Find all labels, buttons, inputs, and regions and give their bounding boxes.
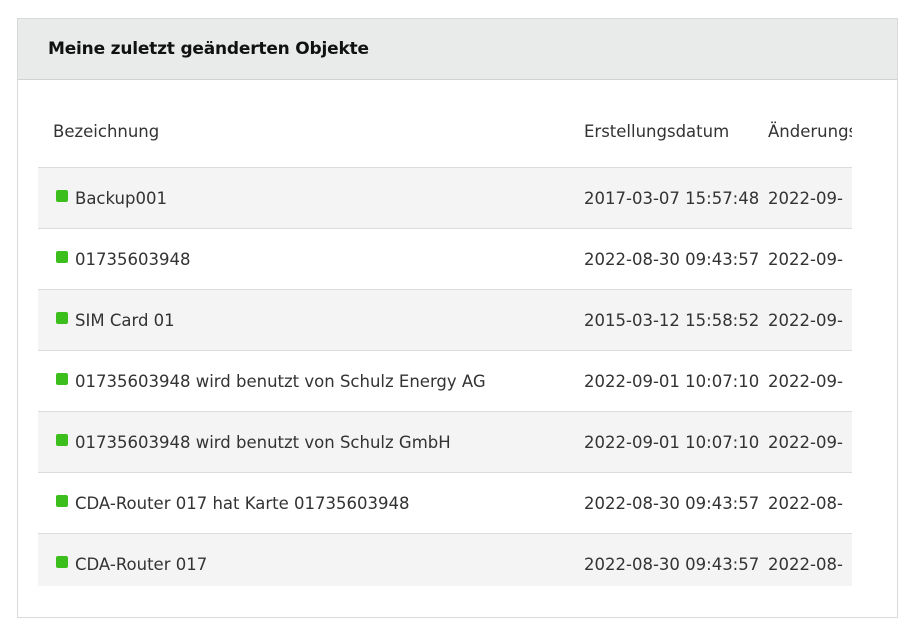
cell-created: 2017-03-07 15:57:48 [584, 167, 768, 229]
table-header-row: Bezeichnung Erstellungsdatum Änderungsda… [38, 96, 852, 168]
status-icon [56, 311, 68, 324]
cell-created: 2022-09-01 10:07:10 [584, 411, 768, 473]
cell-modified: 2022-09- [768, 289, 852, 351]
table-row[interactable]: Backup001 2017-03-07 15:57:48 2022-09- [38, 167, 852, 229]
cell-modified: 2022-08- [768, 533, 852, 586]
cell-modified: 2022-09- [768, 167, 852, 229]
cell-name[interactable]: 01735603948 [38, 228, 584, 290]
table-row[interactable]: SIM Card 01 2015-03-12 15:58:52 2022-09- [38, 289, 852, 351]
panel-title: Meine zuletzt geänderten Objekte [48, 39, 369, 59]
panel-header: Meine zuletzt geänderten Objekte [18, 19, 897, 80]
table-viewport[interactable]: Bezeichnung Erstellungsdatum Änderungsda… [38, 96, 852, 586]
status-icon [56, 372, 68, 385]
cell-created: 2022-08-30 09:43:57 [584, 472, 768, 534]
status-icon [56, 494, 68, 507]
table-row[interactable]: CDA-Router 017 hat Karte 01735603948 2022… [38, 472, 852, 534]
table-row[interactable]: CDA-Router 017 2022-08-30 09:43:57 2022-08… [38, 533, 852, 586]
status-icon [56, 433, 68, 446]
object-name[interactable]: Backup001 [75, 189, 167, 208]
column-header-modified[interactable]: Änderungsdatum [768, 96, 852, 168]
column-header-name[interactable]: Bezeichnung [38, 96, 584, 168]
cell-name[interactable]: SIM Card 01 [38, 289, 584, 351]
cell-modified: 2022-09- [768, 228, 852, 290]
cell-created: 2022-08-30 09:43:57 [584, 533, 768, 586]
object-name[interactable]: CDA-Router 017 [75, 555, 207, 574]
cell-name[interactable]: CDA-Router 017 [38, 533, 584, 586]
cell-created: 2015-03-12 15:58:52 [584, 289, 768, 351]
status-icon [56, 189, 68, 202]
status-icon [56, 250, 68, 263]
recent-objects-table: Bezeichnung Erstellungsdatum Änderungsda… [38, 96, 852, 586]
object-name[interactable]: SIM Card 01 [75, 311, 175, 330]
table-body: Backup001 2017-03-07 15:57:48 2022-09- 0173… [38, 167, 852, 586]
table-row[interactable]: 01735603948 2022-08-30 09:43:57 2022-09- [38, 228, 852, 290]
object-name[interactable]: 01735603948 wird benutzt von Schulz Ener… [75, 372, 486, 391]
table-row[interactable]: 01735603948 wird benutzt von Schulz GmbH… [38, 411, 852, 473]
object-name[interactable]: 01735603948 wird benutzt von Schulz GmbH [75, 433, 451, 452]
table-row[interactable]: 01735603948 wird benutzt von Schulz Ener… [38, 350, 852, 412]
cell-name[interactable]: 01735603948 wird benutzt von Schulz GmbH [38, 411, 584, 473]
cell-name[interactable]: Backup001 [38, 167, 584, 229]
cell-created: 2022-08-30 09:43:57 [584, 228, 768, 290]
cell-name[interactable]: 01735603948 wird benutzt von Schulz Ener… [38, 350, 584, 412]
status-icon [56, 555, 68, 568]
cell-modified: 2022-09- [768, 411, 852, 473]
object-name[interactable]: 01735603948 [75, 250, 190, 269]
cell-modified: 2022-08- [768, 472, 852, 534]
object-name[interactable]: CDA-Router 017 hat Karte 01735603948 [75, 494, 410, 513]
cell-modified: 2022-09- [768, 350, 852, 412]
column-header-created[interactable]: Erstellungsdatum [584, 96, 768, 168]
cell-created: 2022-09-01 10:07:10 [584, 350, 768, 412]
cell-name[interactable]: CDA-Router 017 hat Karte 01735603948 [38, 472, 584, 534]
